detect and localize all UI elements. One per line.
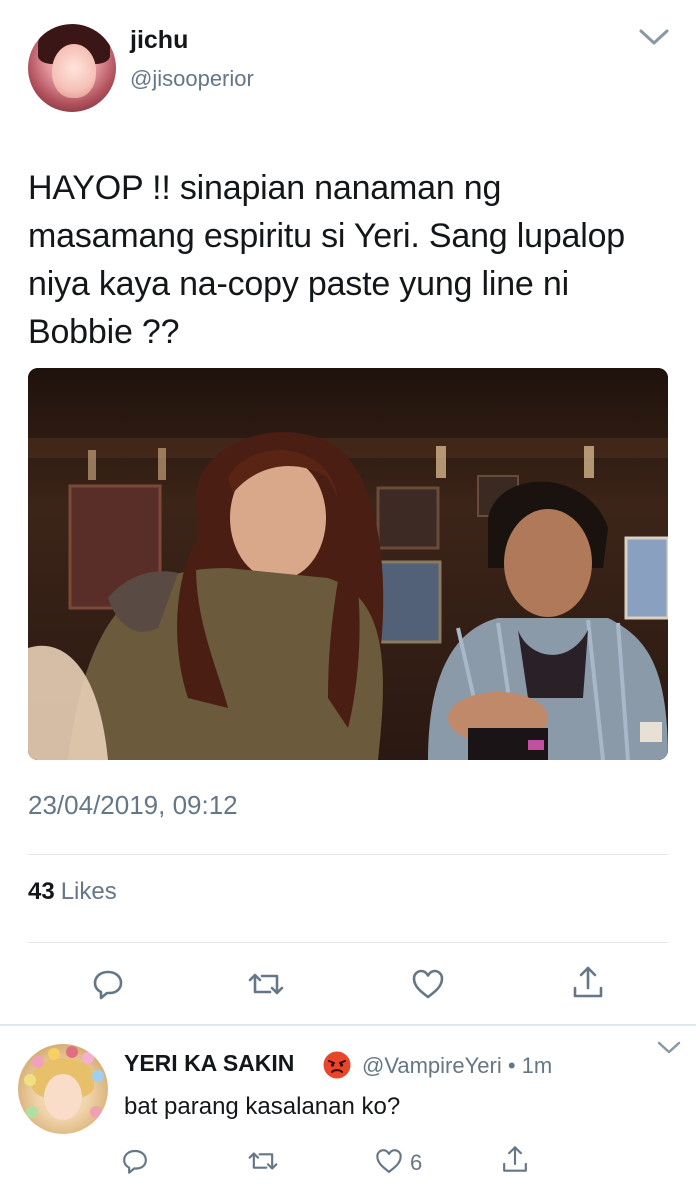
tweet-text: HAYOP !! sinapian nanaman ng masamang es…	[28, 169, 626, 351]
retweet-icon[interactable]	[248, 1146, 278, 1176]
avatar[interactable]	[28, 24, 116, 112]
retweet-icon[interactable]	[248, 966, 284, 1002]
chevron-down-icon[interactable]	[638, 26, 670, 48]
heart-icon[interactable]	[410, 966, 446, 1002]
tweet-detail-page: jichu @jisooperior HAYOP !! sinapian nan…	[0, 0, 696, 1200]
reply-like-count: 6	[410, 1150, 423, 1175]
likes-label: Likes	[60, 878, 117, 905]
tweet-media-image[interactable]	[28, 368, 668, 760]
reply-avatar[interactable]	[18, 1044, 108, 1134]
author-handle[interactable]: @jisooperior	[130, 66, 254, 92]
divider	[28, 854, 668, 855]
reply-handle-time[interactable]: @VampireYeri • 1m	[362, 1053, 552, 1079]
angry-face-icon	[322, 1050, 352, 1080]
thread-separator	[0, 1024, 696, 1026]
reply-author-display-name[interactable]: YERI KA SAKIN	[124, 1050, 294, 1077]
reply-text: bat parang kasalanan ko?	[124, 1093, 401, 1120]
divider	[28, 942, 668, 943]
reply-icon[interactable]	[120, 1146, 150, 1176]
likes-count: 43	[28, 878, 55, 905]
share-icon[interactable]	[570, 964, 606, 1000]
tweet-timestamp[interactable]: 23/04/2019, 09:12	[28, 790, 238, 821]
share-icon[interactable]	[500, 1144, 530, 1174]
author-display-name[interactable]: jichu	[130, 26, 188, 55]
chevron-down-icon[interactable]	[656, 1040, 682, 1056]
reply-icon[interactable]	[90, 966, 126, 1002]
likes-stat[interactable]: 43 Likes	[28, 878, 117, 906]
heart-icon[interactable]	[374, 1146, 404, 1176]
media-illustration	[28, 368, 668, 760]
